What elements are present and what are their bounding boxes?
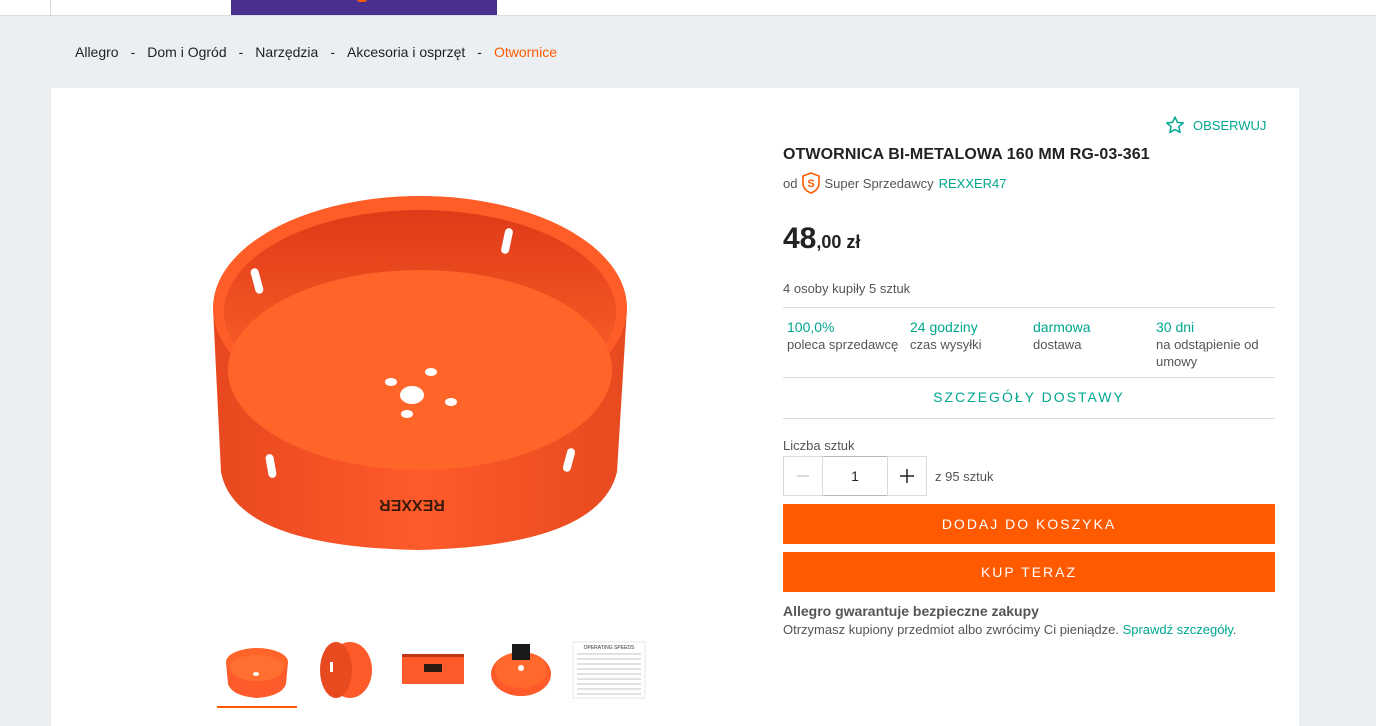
guarantee-details-link[interactable]: Sprawdź szczegóły xyxy=(1123,622,1233,637)
svg-text:S: S xyxy=(808,178,815,190)
thumbnail-1[interactable] xyxy=(217,632,297,708)
super-seller-icon: S xyxy=(802,172,821,194)
star-icon xyxy=(1166,116,1184,134)
guarantee-title: Allegro gwarantuje bezpieczne zakupy xyxy=(783,603,1039,619)
breadcrumb-allegro[interactable]: Allegro xyxy=(75,44,119,60)
breadcrumb-separator: - xyxy=(477,44,482,60)
quantity-increase-button[interactable] xyxy=(887,456,927,496)
thumb-chart-title: OPERATING SPEEDS xyxy=(584,645,635,651)
stat-value: 24 godziny xyxy=(910,319,978,335)
thumbnail-3[interactable] xyxy=(393,632,473,708)
stat-delivery: darmowa dostawa xyxy=(1029,318,1152,370)
thumbnail-2[interactable] xyxy=(305,632,385,708)
breadcrumb-akcesoria[interactable]: Akcesoria i osprzęt xyxy=(347,44,465,60)
minus-icon xyxy=(797,475,809,477)
guarantee-description: Otrzymasz kupiony przedmiot albo zwrócim… xyxy=(783,622,1123,637)
seller-prefix: od xyxy=(783,175,798,191)
quantity-decrease-button[interactable] xyxy=(783,456,823,496)
stat-value: 100,0% xyxy=(787,319,835,335)
price: 48,00 zł xyxy=(783,222,860,256)
watch-label: OBSERWUJ xyxy=(1193,117,1267,133)
quantity-input[interactable]: 1 xyxy=(823,456,887,496)
guarantee-period: . xyxy=(1232,622,1237,637)
stat-value: darmowa xyxy=(1033,319,1091,335)
thumbnail-4[interactable] xyxy=(481,632,561,708)
seller-name-link[interactable]: REXXER47 xyxy=(939,176,1007,191)
divider xyxy=(783,307,1275,308)
quantity-available: z 95 sztuk xyxy=(935,468,994,484)
top-bar xyxy=(0,0,1376,16)
breadcrumb-narzedzia[interactable]: Narzędzia xyxy=(255,44,318,60)
breadcrumb-separator: - xyxy=(330,44,335,60)
stat-label: dostawa xyxy=(1033,337,1082,352)
breadcrumb-separator: - xyxy=(238,44,244,60)
watch-button[interactable]: OBSERWUJ xyxy=(1165,115,1266,135)
thumbnail-5[interactable]: OPERATING SPEEDS xyxy=(569,632,649,708)
breadcrumb-otwornice[interactable]: Otwornice xyxy=(494,44,557,60)
seller-info: od S Super Sprzedawcy REXXER47 xyxy=(783,172,1007,194)
thumbnail-strip: OPERATING SPEEDS xyxy=(217,632,649,708)
stat-value: 30 dni xyxy=(1156,319,1195,335)
delivery-details-link[interactable]: SZCZEGÓŁY DOSTAWY xyxy=(783,389,1275,405)
purchase-count: 4 osoby kupiły 5 sztuk xyxy=(783,281,911,296)
stat-shipping-time: 24 godziny czas wysyłki xyxy=(906,318,1029,370)
price-integer: 48 xyxy=(783,222,817,255)
brand-mark: REXXER xyxy=(379,496,445,513)
breadcrumb: Allegro - Dom i Ogród - Narzędzia - Akce… xyxy=(75,44,557,60)
product-main-image[interactable]: REXXER xyxy=(205,190,635,560)
breadcrumb-dom-i-ogrod[interactable]: Dom i Ogród xyxy=(147,44,226,60)
stat-returns: 30 dni na odstąpienie od umowy xyxy=(1152,318,1275,370)
buy-now-button[interactable]: KUP TERAZ xyxy=(783,552,1275,592)
stat-label: na odstąpienie od umowy xyxy=(1156,337,1259,369)
seller-badge-label: Super Sprzedawcy xyxy=(824,175,934,191)
product-title: OTWORNICA BI-METALOWA 160 MM RG-03-361 xyxy=(783,146,1150,163)
quantity-label: Liczba sztuk xyxy=(783,438,855,453)
stat-recommend: 100,0% poleca sprzedawcę xyxy=(783,318,906,370)
promo-dot xyxy=(357,0,367,2)
divider xyxy=(783,418,1275,419)
divider xyxy=(783,377,1275,378)
seller-stats: 100,0% poleca sprzedawcę 24 godziny czas… xyxy=(783,318,1275,370)
price-fraction: ,00 zł xyxy=(816,232,861,252)
stat-label: poleca sprzedawcę xyxy=(787,337,899,352)
add-to-cart-button[interactable]: DODAJ DO KOSZYKA xyxy=(783,504,1275,544)
guarantee-text: Otrzymasz kupiony przedmiot albo zwrócim… xyxy=(783,622,1237,637)
quantity-stepper: 1 z 95 sztuk xyxy=(783,456,994,496)
stat-label: czas wysyłki xyxy=(910,337,982,352)
promo-banner[interactable] xyxy=(231,0,497,15)
plus-icon xyxy=(900,469,914,483)
breadcrumb-separator: - xyxy=(130,44,136,60)
tab-divider xyxy=(50,0,51,15)
